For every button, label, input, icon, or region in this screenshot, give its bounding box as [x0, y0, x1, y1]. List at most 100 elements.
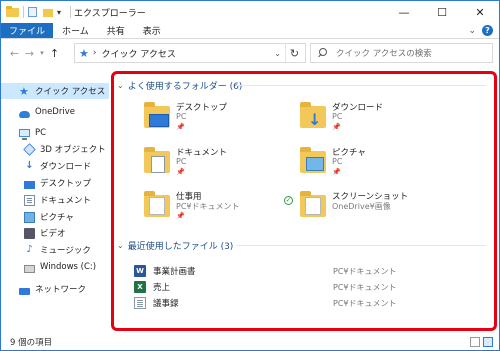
- item-count: 9 個の項目: [10, 338, 53, 348]
- ribbon-controls: ⌄ ?: [468, 23, 499, 38]
- explorer-window: ▾ エクスプローラー — ☐ ✕ ファイル ホーム 共有 表示 ⌄ ? ← → …: [0, 0, 500, 351]
- minimize-button[interactable]: —: [385, 1, 423, 23]
- navigation-pane: ★ クイック アクセス OneDrive PC 3D オブジェクト ↓ ダウンロ…: [1, 67, 109, 331]
- file-location: PC¥ドキュメント: [333, 298, 397, 308]
- tiles-view-icon[interactable]: [483, 337, 493, 347]
- folder-tile-pictures[interactable]: ピクチャ PC 📌: [298, 143, 448, 179]
- folder-tile-work[interactable]: 仕事用 PC¥ドキュメント 📌: [142, 187, 292, 223]
- breadcrumb-chevron-icon[interactable]: ›: [93, 48, 97, 58]
- recent-file-row[interactable]: 議事録 PC¥ドキュメント: [134, 296, 474, 310]
- view-toggle: [470, 337, 493, 347]
- documents-folder-icon: [142, 145, 172, 175]
- sidebar-item-label: PC: [35, 128, 47, 138]
- search-placeholder[interactable]: クイック アクセスの検索: [336, 47, 432, 59]
- document-icon: [24, 194, 35, 206]
- recent-locations-chevron-icon[interactable]: ▾: [37, 49, 47, 57]
- breadcrumb-location[interactable]: クイック アクセス: [101, 47, 175, 60]
- close-button[interactable]: ✕: [461, 1, 499, 23]
- text-file-icon: [134, 297, 146, 309]
- folder-location: OneDrive¥画像: [332, 202, 391, 211]
- pin-icon: 📌: [176, 212, 185, 220]
- sidebar-item-pictures[interactable]: ピクチャ: [1, 209, 74, 225]
- content-pane: ⌄ よく使用するフォルダー (6) デスクトップ PC 📌 ↓ ダウンロード P…: [110, 67, 499, 331]
- folder-location: PC: [176, 157, 187, 166]
- up-arrow-icon[interactable]: ↑: [47, 47, 62, 60]
- folder-tile-downloads[interactable]: ↓ ダウンロード PC 📌: [298, 98, 448, 134]
- tab-file[interactable]: ファイル: [1, 23, 54, 38]
- forward-arrow-icon[interactable]: →: [22, 47, 37, 60]
- section-title: 最近使用したファイル (3): [127, 242, 234, 252]
- cloud-icon: [19, 110, 30, 118]
- folder-icon: [6, 6, 20, 18]
- sidebar-item-label: クイック アクセス: [35, 87, 106, 97]
- back-arrow-icon[interactable]: ←: [7, 47, 22, 60]
- ribbon-tabs: ファイル ホーム 共有 表示 ⌄ ?: [1, 23, 499, 39]
- recent-file-row[interactable]: X 売上 PC¥ドキュメント: [134, 280, 474, 294]
- refresh-icon[interactable]: ↻: [285, 44, 303, 62]
- address-history-chevron-icon[interactable]: ⌄: [274, 49, 281, 58]
- details-view-icon[interactable]: [470, 337, 480, 347]
- file-location: PC¥ドキュメント: [333, 266, 397, 276]
- 3d-objects-icon: [23, 142, 36, 156]
- frequent-folders-header[interactable]: ⌄ よく使用するフォルダー (6): [117, 79, 242, 92]
- new-folder-icon[interactable]: [42, 6, 53, 18]
- address-bar[interactable]: ★ › クイック アクセス ⌄ ↻: [74, 43, 306, 63]
- sidebar-item-network[interactable]: ネットワーク: [1, 281, 86, 297]
- recent-file-row[interactable]: W 事業計画書 PC¥ドキュメント: [134, 264, 474, 278]
- excel-icon: X: [134, 281, 146, 293]
- search-icon: [318, 48, 328, 58]
- customize-quick-access-chevron-icon[interactable]: ▾: [57, 8, 61, 17]
- sidebar-item-documents[interactable]: ドキュメント: [1, 192, 91, 208]
- folder-tile-desktop[interactable]: デスクトップ PC 📌: [142, 98, 292, 134]
- pin-icon: 📌: [332, 168, 341, 176]
- folder-location: PC: [332, 112, 343, 121]
- navigation-bar: ← → ▾ ↑ ★ › クイック アクセス ⌄ ↻ クイック アクセスの検索: [1, 39, 499, 67]
- sidebar-item-quick-access[interactable]: ★ クイック アクセス: [1, 83, 109, 99]
- sidebar-item-label: ピクチャ: [40, 213, 74, 223]
- maximize-button[interactable]: ☐: [423, 1, 461, 23]
- sidebar-item-pc[interactable]: PC: [1, 125, 46, 141]
- recent-files-header[interactable]: ⌄ 最近使用したファイル (3): [117, 239, 233, 252]
- section-title: よく使用するフォルダー (6): [127, 82, 243, 92]
- pin-icon: 📌: [332, 123, 341, 131]
- sidebar-item-label: デスクトップ: [40, 179, 92, 189]
- downloads-folder-icon: ↓: [298, 100, 328, 130]
- sidebar-item-label: ネットワーク: [35, 285, 87, 295]
- pin-icon: 📌: [176, 123, 185, 131]
- search-box[interactable]: クイック アクセスの検索: [310, 43, 493, 63]
- sidebar-item-onedrive[interactable]: OneDrive: [1, 104, 75, 120]
- title-bar: ▾ エクスプローラー — ☐ ✕: [1, 1, 499, 23]
- file-name: 議事録: [153, 299, 179, 309]
- star-icon: ★: [19, 84, 29, 98]
- sidebar-item-music[interactable]: ♪ ミュージック: [1, 242, 91, 258]
- collapse-chevron-icon[interactable]: ⌄: [117, 81, 124, 90]
- sidebar-item-videos[interactable]: ビデオ: [1, 225, 66, 241]
- sidebar-item-windows-drive[interactable]: Windows (C:): [1, 259, 96, 275]
- desktop-icon: [24, 181, 35, 189]
- status-bar: 9 個の項目: [1, 334, 499, 350]
- properties-icon[interactable]: [27, 6, 38, 18]
- pin-icon: 📌: [176, 168, 185, 176]
- help-icon[interactable]: ?: [482, 25, 493, 36]
- tab-view[interactable]: 表示: [134, 23, 170, 38]
- folder-location: PC¥ドキュメント: [176, 202, 240, 211]
- folder-tile-documents[interactable]: ドキュメント PC 📌: [142, 143, 292, 179]
- network-icon: [19, 287, 30, 295]
- sidebar-item-downloads[interactable]: ↓ ダウンロード: [1, 158, 91, 174]
- section-divider: [236, 245, 486, 246]
- sidebar-item-desktop[interactable]: デスクトップ: [1, 175, 91, 191]
- tab-share[interactable]: 共有: [98, 23, 134, 38]
- folder-tile-screenshots[interactable]: ✓ スクリーンショット OneDrive¥画像: [284, 187, 448, 223]
- expand-ribbon-chevron-icon[interactable]: ⌄: [468, 26, 476, 36]
- sidebar-item-3d-objects[interactable]: 3D オブジェクト: [1, 141, 106, 157]
- sidebar-item-label: OneDrive: [35, 107, 75, 117]
- divider: [23, 6, 24, 18]
- collapse-chevron-icon[interactable]: ⌄: [117, 241, 124, 250]
- sync-status-check-icon: ✓: [284, 196, 293, 205]
- quick-access-star-icon: ★: [79, 46, 89, 60]
- folder-location: PC: [332, 157, 343, 166]
- desktop-folder-icon: [142, 100, 172, 130]
- tab-home[interactable]: ホーム: [53, 23, 98, 38]
- file-name: 売上: [153, 283, 171, 293]
- section-divider: [236, 85, 486, 86]
